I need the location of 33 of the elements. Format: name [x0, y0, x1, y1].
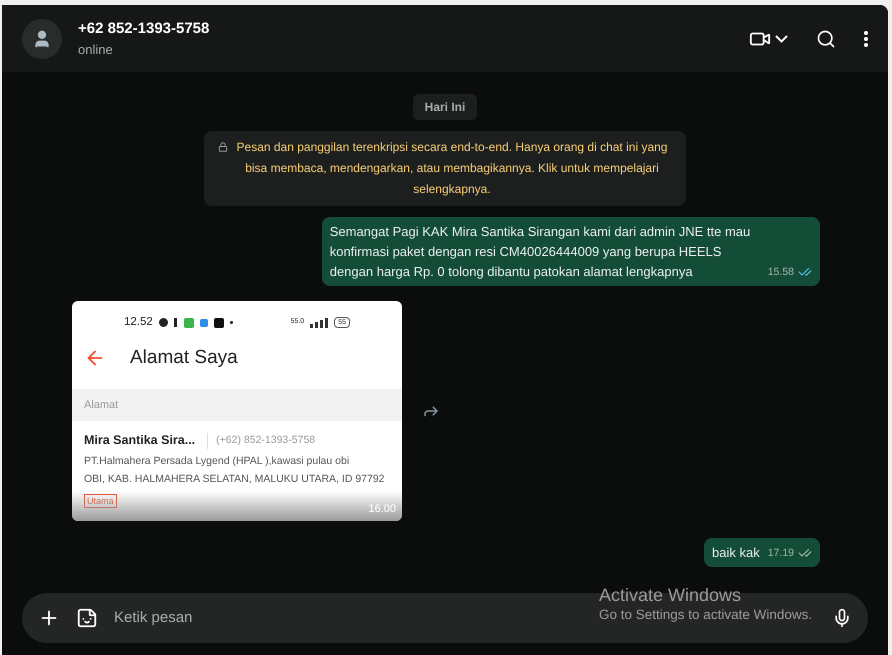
app-icon	[184, 318, 194, 328]
contact-name[interactable]: +62 852-1393-5758	[78, 18, 210, 40]
menu-button[interactable]	[864, 30, 868, 46]
search-button[interactable]	[816, 28, 836, 48]
chevron-down-icon	[775, 34, 788, 42]
lock-icon	[218, 142, 228, 152]
contact-status: online	[78, 41, 114, 59]
encryption-notice[interactable]: Pesan dan panggilan terenkripsi secara end-to-end. Hanya orang di chat ini yang bisa membaca, mendengarkan, atau membagikannya. Klik untuk mempelajari selengkapnya.	[204, 131, 686, 206]
message-time: 17.19	[768, 546, 794, 561]
app-icon	[214, 318, 224, 328]
dot-icon	[230, 321, 233, 324]
app-icon	[200, 318, 208, 327]
search-icon	[816, 28, 836, 48]
screen-title: Alamat Saya	[130, 346, 238, 370]
address-line: OBI, KAB. HALMAHERA SELATAN, MALUKU UTARA, ID 97792	[84, 472, 386, 487]
activation-subtitle: Go to Settings to activate Windows.	[599, 606, 812, 624]
message-text: Semangat Pagi KAK Mira Santika Sirangan kami dari admin JNE tte mau konfirmasi paket dengan resi CM40026444009 yang berupa HEELS dengan harga Rp. 0 tolong dibantu patokan alamat lengkapnya	[330, 223, 752, 281]
sticker-button[interactable]	[76, 607, 98, 629]
message-text: baik kak	[712, 544, 760, 562]
address-tag: Utama	[84, 494, 117, 508]
sticker-icon	[76, 607, 98, 629]
encryption-text: Pesan dan panggilan terenkripsi secara end-to-end. Hanya orang di chat ini yang bisa membaca, mendengarkan, atau membagikannya. Klik untuk mempelajari selengkapnya.	[236, 139, 668, 198]
phone-clock: 12.52	[124, 315, 153, 330]
menu-icon	[864, 30, 868, 46]
address-phone: (+62) 852-1393-5758	[207, 432, 316, 448]
section-label: Alamat	[84, 398, 118, 413]
address-name: Mira Santika Sira...	[84, 432, 196, 450]
address-line: PT.Halmahera Persada Lygend (HPAL ),kawasi pulau obi	[84, 454, 350, 469]
message-time: 15.58	[768, 265, 794, 280]
signal-icon	[308, 318, 330, 328]
date-label: Hari Ini	[412, 94, 478, 120]
message-time: 16.00	[368, 502, 396, 516]
avatar[interactable]	[22, 18, 62, 58]
